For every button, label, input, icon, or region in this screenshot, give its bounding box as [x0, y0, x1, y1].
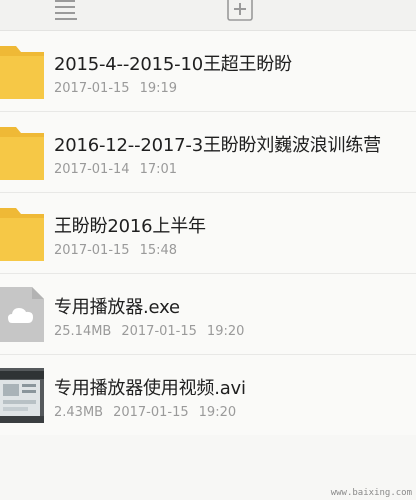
file-name: 王盼盼2016上半年 [54, 216, 206, 237]
file-size: 25.14MB [54, 324, 112, 339]
file-date: 2017-01-15 [121, 324, 197, 339]
file-time: 19:19 [139, 81, 178, 96]
add-icon[interactable] [226, 0, 254, 24]
watermark-text: www.baixing.com [330, 488, 412, 498]
file-meta: 2017-01-14 17:01 [54, 162, 177, 177]
file-row-folder-3[interactable]: 王盼盼2016上半年 2017-01-15 15:48 [0, 192, 416, 273]
file-row-folder-1[interactable]: 2015-4--2015-10王超王盼盼 2017-01-15 19:19 [0, 31, 416, 111]
file-list: 2015-4--2015-10王超王盼盼 2017-01-15 19:19 201… [0, 31, 416, 435]
file-row-video[interactable]: 专用播放器使用视频.avi 2.43MB 2017-01-15 19:20 [0, 354, 416, 435]
file-date: 2017-01-15 [113, 405, 189, 420]
folder-icon [0, 206, 44, 261]
video-thumbnail [0, 368, 44, 423]
folder-icon [0, 125, 44, 180]
file-date: 2017-01-15 [54, 243, 130, 258]
file-name: 专用播放器使用视频.avi [54, 378, 246, 399]
file-row-folder-2[interactable]: 2016-12--2017-3王盼盼刘巍波浪训练营 2017-01-14 17:0… [0, 111, 416, 192]
file-time: 19:20 [206, 324, 245, 339]
file-date: 2017-01-15 [54, 81, 130, 96]
file-meta: 2017-01-15 19:19 [54, 81, 177, 96]
file-row-exe[interactable]: 专用播放器.exe 25.14MB 2017-01-15 19:20 [0, 273, 416, 354]
file-size: 2.43MB [54, 405, 104, 420]
file-meta: 25.14MB 2017-01-15 19:20 [54, 324, 244, 339]
file-date: 2017-01-14 [54, 162, 130, 177]
file-time: 15:48 [139, 243, 178, 258]
list-icon[interactable] [52, 0, 80, 24]
top-toolbar [0, 0, 416, 30]
file-meta: 2.43MB 2017-01-15 19:20 [54, 405, 236, 420]
folder-icon [0, 44, 44, 99]
file-time: 17:01 [139, 162, 178, 177]
cloud-file-icon [0, 287, 44, 342]
file-name: 2016-12--2017-3王盼盼刘巍波浪训练营 [54, 135, 381, 156]
file-time: 19:20 [198, 405, 237, 420]
file-name: 专用播放器.exe [54, 297, 180, 318]
file-meta: 2017-01-15 15:48 [54, 243, 177, 258]
file-name: 2015-4--2015-10王超王盼盼 [54, 54, 292, 75]
